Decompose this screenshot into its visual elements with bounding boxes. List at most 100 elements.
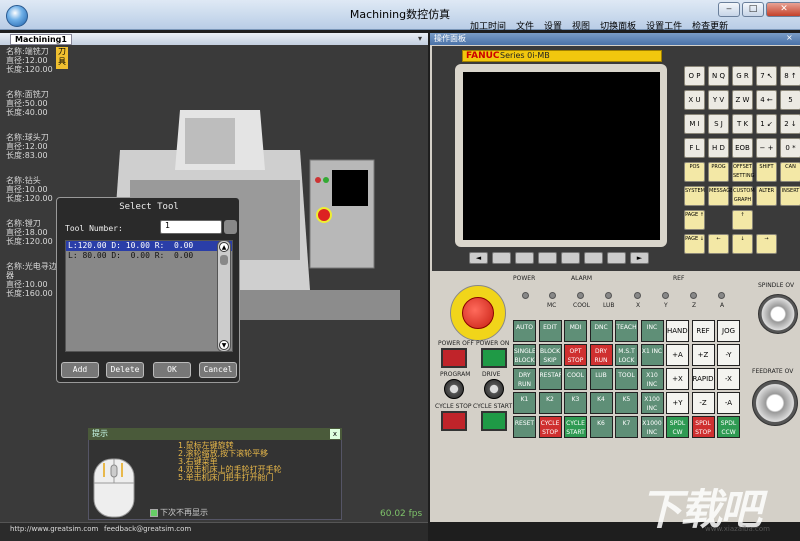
mdi-key[interactable]: T K bbox=[732, 114, 753, 134]
list-item[interactable]: L:120.00 D: 10.00 R: 0.00 bbox=[66, 241, 232, 251]
operation-panel-close-icon[interactable]: × bbox=[786, 33, 793, 42]
softkey-prev[interactable]: ◄ bbox=[469, 252, 488, 264]
drive-key-switch[interactable] bbox=[484, 379, 504, 399]
status-url[interactable]: http://www.greatsim.com bbox=[10, 525, 98, 533]
mode-key[interactable]: INC bbox=[640, 320, 664, 342]
mode-key[interactable]: SPDL STOP bbox=[691, 416, 715, 438]
mdi-function-key[interactable]: SYSTEM bbox=[684, 186, 705, 206]
mode-key[interactable]: TEACH bbox=[615, 320, 638, 342]
mdi-function-key[interactable]: OFFSET SETTING bbox=[732, 162, 754, 182]
mode-key[interactable]: -X bbox=[717, 368, 740, 390]
feedrate-override-dial[interactable] bbox=[752, 380, 798, 426]
mode-key[interactable]: OPT STOP bbox=[564, 344, 587, 366]
mode-key[interactable]: +Y bbox=[666, 392, 689, 414]
mdi-function-key[interactable]: → bbox=[756, 234, 777, 254]
dont-show-label[interactable]: 下次不再显示 bbox=[160, 507, 208, 518]
spindle-override-dial[interactable] bbox=[758, 294, 798, 334]
mode-key[interactable]: CYCLE STOP bbox=[538, 416, 562, 438]
mdi-key[interactable]: Y V bbox=[708, 90, 729, 110]
menu-file[interactable]: 文件 bbox=[516, 19, 534, 32]
mode-key[interactable]: HANDLE bbox=[666, 320, 689, 342]
mode-key[interactable]: SPDL CCW bbox=[717, 416, 740, 438]
mdi-key[interactable]: 1 ↙ bbox=[756, 114, 777, 134]
mdi-key[interactable]: 5 bbox=[780, 90, 800, 110]
scroll-thumb[interactable] bbox=[220, 255, 228, 265]
tool-entry[interactable]: 名称:面铣刀 直径:50.00 长度:40.00 bbox=[6, 90, 58, 117]
cycle-stop-button[interactable] bbox=[441, 411, 467, 431]
mode-key[interactable]: K6 bbox=[589, 416, 613, 438]
tool-number-dropdown-button[interactable] bbox=[224, 220, 237, 234]
mode-key[interactable]: DNC bbox=[589, 320, 613, 342]
mdi-function-key[interactable]: ↓ bbox=[732, 234, 753, 254]
mdi-function-key[interactable]: SHIFT bbox=[756, 162, 777, 182]
menu-machining-time[interactable]: 加工时间 bbox=[470, 19, 506, 32]
mdi-function-key[interactable]: PAGE ↓ bbox=[684, 234, 705, 254]
mdi-function-key[interactable]: CAN bbox=[780, 162, 800, 182]
close-button[interactable]: ✕ bbox=[766, 2, 800, 17]
softkey[interactable] bbox=[607, 252, 626, 264]
mdi-function-key[interactable]: ← bbox=[708, 234, 729, 254]
add-button[interactable]: Add bbox=[61, 362, 99, 378]
mdi-function-key[interactable]: MESSAGE bbox=[708, 186, 733, 206]
mdi-function-key[interactable]: PROG bbox=[708, 162, 729, 182]
mode-key[interactable]: +Z bbox=[691, 344, 715, 366]
mode-key[interactable]: X1000 INC bbox=[640, 416, 664, 438]
mode-key[interactable]: DRY RUN bbox=[513, 368, 536, 390]
mode-key[interactable]: X100 INC bbox=[640, 392, 664, 414]
tool-entry[interactable]: 名称:光电寻边器 直径:10.00 长度:160.00 bbox=[6, 262, 58, 298]
softkey[interactable] bbox=[515, 252, 534, 264]
minimize-button[interactable]: ‒ bbox=[718, 2, 740, 17]
mode-key[interactable]: -Z bbox=[691, 392, 715, 414]
mode-key[interactable]: TOOL bbox=[615, 368, 638, 390]
mdi-function-key[interactable]: ALTER bbox=[756, 186, 777, 206]
scroll-down-icon[interactable]: ▼ bbox=[219, 340, 229, 350]
program-key-switch[interactable] bbox=[444, 379, 464, 399]
tab-machining1[interactable]: Machining1 bbox=[10, 34, 72, 45]
mode-key[interactable]: JOG bbox=[717, 320, 740, 342]
cancel-button[interactable]: Cancel bbox=[199, 362, 237, 378]
delete-button[interactable]: Delete bbox=[106, 362, 144, 378]
mode-key[interactable]: EDIT bbox=[538, 320, 562, 342]
mdi-function-key[interactable]: PAGE ↑ bbox=[684, 210, 705, 230]
mdi-key[interactable]: 0 * bbox=[780, 138, 800, 158]
ok-button[interactable]: OK bbox=[153, 362, 191, 378]
mode-key[interactable]: -A bbox=[717, 392, 740, 414]
mdi-key[interactable]: EOB E bbox=[732, 138, 753, 170]
tool-entry[interactable]: 名称:镗刀 直径:18.00 长度:120.00 bbox=[6, 219, 58, 246]
maximize-button[interactable]: □ bbox=[742, 2, 764, 17]
mode-key[interactable]: K2 bbox=[538, 392, 562, 414]
mode-key[interactable]: SPDL CW bbox=[666, 416, 689, 438]
tool-entry[interactable]: 名称:端铣刀 直径:12.00 长度:120.00 bbox=[6, 47, 58, 74]
emergency-stop-button[interactable] bbox=[462, 297, 494, 329]
list-scrollbar[interactable]: ▲ ▼ bbox=[217, 240, 231, 352]
scroll-up-icon[interactable]: ▲ bbox=[219, 242, 229, 252]
mode-key[interactable]: REF bbox=[691, 320, 715, 342]
power-on-button[interactable] bbox=[481, 348, 507, 368]
mode-key[interactable]: RESTART bbox=[538, 368, 562, 390]
mode-key[interactable]: -Y bbox=[717, 344, 740, 366]
mdi-key[interactable]: Z W bbox=[732, 90, 753, 110]
mode-key[interactable]: K3 bbox=[564, 392, 587, 414]
mode-key[interactable]: RAPID bbox=[691, 368, 715, 390]
mdi-key[interactable]: O P bbox=[684, 66, 705, 86]
mode-key[interactable]: X1 INC bbox=[640, 344, 664, 366]
mdi-key[interactable]: S J bbox=[708, 114, 729, 134]
mdi-key[interactable]: H D bbox=[708, 138, 729, 158]
menu-set-workpiece[interactable]: 设置工件 bbox=[646, 19, 682, 32]
mode-key[interactable]: MDI bbox=[564, 320, 587, 342]
mdi-key[interactable]: M I bbox=[684, 114, 705, 134]
cycle-start-button[interactable] bbox=[481, 411, 507, 431]
mode-key[interactable]: RESET bbox=[513, 416, 536, 438]
dont-show-checkbox[interactable] bbox=[150, 509, 158, 517]
tool-entry[interactable]: 名称:球头刀 直径:12.00 长度:83.00 bbox=[6, 133, 58, 160]
mode-key[interactable]: BLOCK SKIP bbox=[538, 344, 562, 366]
list-item[interactable]: L: 80.00 D: 0.00 R: 0.00 bbox=[66, 251, 232, 261]
mode-key[interactable]: DRY RUN bbox=[589, 344, 613, 366]
softkey-next[interactable]: ► bbox=[630, 252, 649, 264]
mode-key[interactable]: K7 bbox=[615, 416, 638, 438]
mode-key[interactable]: +A bbox=[666, 344, 689, 366]
mode-key[interactable]: K1 bbox=[513, 392, 536, 414]
menu-view[interactable]: 视图 bbox=[572, 19, 590, 32]
hint-close-button[interactable]: x bbox=[330, 429, 340, 439]
softkey[interactable] bbox=[584, 252, 603, 264]
